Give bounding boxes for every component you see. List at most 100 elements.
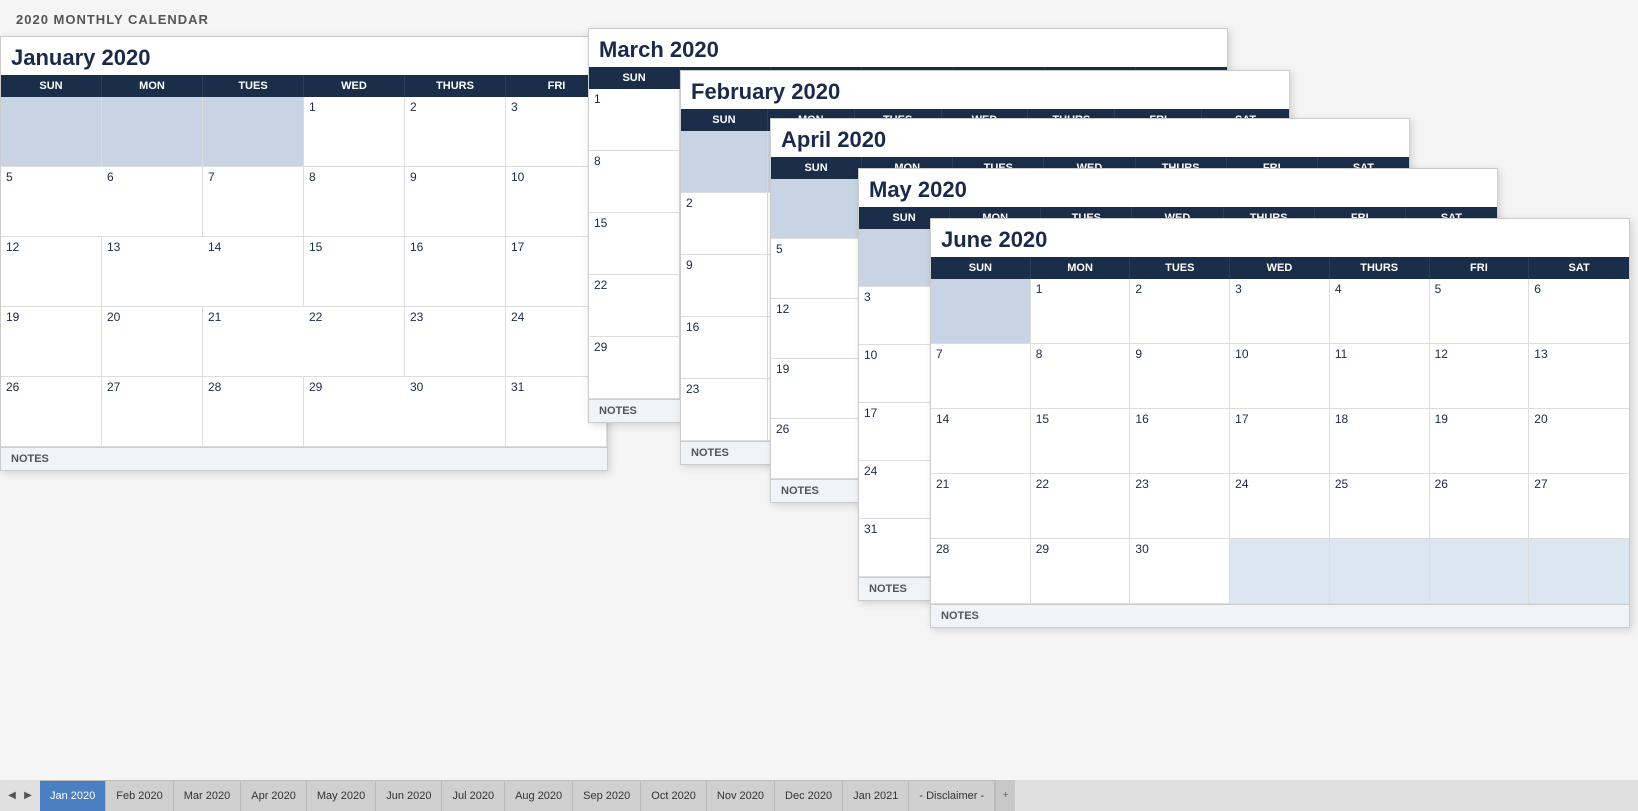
jun-day-cell[interactable]: 6	[1529, 279, 1629, 344]
sheet-tab[interactable]: Jul 2020	[442, 780, 505, 811]
jan-day-cell[interactable]: 16	[405, 237, 506, 307]
jun-header-cell: SAT	[1529, 257, 1629, 279]
jun-day-cell[interactable]: 2	[1130, 279, 1230, 344]
sheet-tab[interactable]: Nov 2020	[707, 780, 775, 811]
scroll-right-arrow[interactable]: ▶	[20, 788, 36, 804]
jun-day-cell[interactable]: 27	[1529, 474, 1629, 539]
jan-day-cell[interactable]: 14	[203, 237, 304, 307]
jun-day-cell[interactable]: 5	[1430, 279, 1530, 344]
jan-day-cell[interactable]: 29	[304, 377, 405, 447]
jun-day-cell[interactable]: 20	[1529, 409, 1629, 474]
jan-day-cell[interactable]: 8	[304, 167, 405, 237]
jun-day-cell[interactable]	[1230, 539, 1330, 604]
jun-day-cell[interactable]	[1529, 539, 1629, 604]
jan-day-cell[interactable]: 27	[102, 377, 203, 447]
jan-day-cell[interactable]	[203, 97, 304, 167]
jun-day-cell[interactable]: 19	[1430, 409, 1530, 474]
jun-day-cell[interactable]: 14	[931, 409, 1031, 474]
jun-day-cell[interactable]: 3	[1230, 279, 1330, 344]
jan-day-cell[interactable]: 13	[102, 237, 203, 307]
feb-day-cell[interactable]: 2	[681, 193, 768, 255]
jan-day-cell[interactable]: 2	[405, 97, 506, 167]
sheet-tab[interactable]: Jan 2020	[40, 780, 106, 811]
sheet-tab[interactable]: Jan 2021	[843, 780, 909, 811]
jun-day-cell[interactable]: 4	[1330, 279, 1430, 344]
feb-day-cell[interactable]: 23	[681, 379, 768, 441]
apr-day-cell[interactable]: 26	[771, 419, 862, 479]
jun-day-cell[interactable]: 17	[1230, 409, 1330, 474]
jan-day-cell[interactable]: 5	[1, 167, 102, 237]
jan-day-cell[interactable]: 1	[304, 97, 405, 167]
jan-day-cell[interactable]: 6	[102, 167, 203, 237]
scroll-arrows[interactable]: ◀ ▶	[0, 788, 40, 804]
mar-day-cell[interactable]: 29	[589, 337, 680, 399]
march-title: March 2020	[589, 29, 1227, 67]
jan-day-cell[interactable]: 23	[405, 307, 506, 377]
jan-day-cell[interactable]: 28	[203, 377, 304, 447]
jan-day-cell[interactable]: 15	[304, 237, 405, 307]
jan-header-cell: TUES	[203, 75, 304, 97]
page-title: 2020 MONTHLY CALENDAR	[16, 12, 1622, 27]
apr-day-cell[interactable]	[771, 179, 862, 239]
jun-day-cell[interactable]: 23	[1130, 474, 1230, 539]
feb-day-cell[interactable]: 16	[681, 317, 768, 379]
jun-day-cell[interactable]	[1430, 539, 1530, 604]
jan-day-cell[interactable]: 20	[102, 307, 203, 377]
sheet-tab[interactable]: Apr 2020	[241, 780, 307, 811]
sheet-tab[interactable]: Jun 2020	[376, 780, 442, 811]
feb-day-cell[interactable]	[681, 131, 768, 193]
jan-day-cell[interactable]: 30	[405, 377, 506, 447]
sheet-tab[interactable]: May 2020	[307, 780, 376, 811]
jun-day-cell[interactable]: 26	[1430, 474, 1530, 539]
apr-day-cell[interactable]: 5	[771, 239, 862, 299]
jun-header-cell: THURS	[1330, 257, 1430, 279]
jan-day-cell[interactable]	[1, 97, 102, 167]
sheet-tab[interactable]: Aug 2020	[505, 780, 573, 811]
jun-day-cell[interactable]: 29	[1031, 539, 1131, 604]
feb-day-cell[interactable]: 9	[681, 255, 768, 317]
sheet-tab[interactable]: Feb 2020	[106, 780, 173, 811]
sheet-tab[interactable]: Dec 2020	[775, 780, 843, 811]
jun-day-cell[interactable]: 18	[1330, 409, 1430, 474]
apr-day-cell[interactable]: 12	[771, 299, 862, 359]
jun-day-cell[interactable]: 24	[1230, 474, 1330, 539]
jun-day-cell[interactable]: 11	[1330, 344, 1430, 409]
jun-day-cell[interactable]: 8	[1031, 344, 1131, 409]
jan-day-cell[interactable]: 22	[304, 307, 405, 377]
jun-day-cell[interactable]: 30	[1130, 539, 1230, 604]
sheet-tab[interactable]: Oct 2020	[641, 780, 707, 811]
jun-day-cell[interactable]	[1330, 539, 1430, 604]
jan-day-cell[interactable]: 7	[203, 167, 304, 237]
mar-day-cell[interactable]: 15	[589, 213, 680, 275]
sheet-tab[interactable]: Sep 2020	[573, 780, 641, 811]
jun-day-cell[interactable]: 21	[931, 474, 1031, 539]
calendar-june: June 2020 SUNMONTUESWEDTHURSFRISAT 12345…	[930, 218, 1630, 628]
jun-day-cell[interactable]: 9	[1130, 344, 1230, 409]
jun-day-cell[interactable]: 25	[1330, 474, 1430, 539]
jun-day-cell[interactable]	[931, 279, 1031, 344]
jan-day-cell[interactable]: 26	[1, 377, 102, 447]
jan-day-cell[interactable]: 12	[1, 237, 102, 307]
sheet-tab[interactable]: Mar 2020	[174, 780, 241, 811]
scroll-left-arrow[interactable]: ◀	[4, 788, 20, 804]
jun-day-cell[interactable]: 12	[1430, 344, 1530, 409]
jan-day-cell[interactable]: 9	[405, 167, 506, 237]
jun-day-cell[interactable]: 10	[1230, 344, 1330, 409]
jun-day-cell[interactable]: 16	[1130, 409, 1230, 474]
tab-bar: Jan 2020Feb 2020Mar 2020Apr 2020May 2020…	[40, 780, 995, 811]
jun-day-cell[interactable]: 7	[931, 344, 1031, 409]
apr-day-cell[interactable]: 19	[771, 359, 862, 419]
sheet-tab[interactable]: - Disclaimer -	[909, 780, 995, 811]
jun-day-cell[interactable]: 1	[1031, 279, 1131, 344]
jan-day-cell[interactable]	[102, 97, 203, 167]
jun-day-cell[interactable]: 13	[1529, 344, 1629, 409]
jan-day-cell[interactable]: 19	[1, 307, 102, 377]
jan-day-cell[interactable]: 21	[203, 307, 304, 377]
mar-day-cell[interactable]: 8	[589, 151, 680, 213]
column-resize-handle[interactable]: +	[995, 780, 1015, 811]
mar-day-cell[interactable]: 22	[589, 275, 680, 337]
jun-day-cell[interactable]: 22	[1031, 474, 1131, 539]
mar-day-cell[interactable]: 1	[589, 89, 680, 151]
jun-day-cell[interactable]: 15	[1031, 409, 1131, 474]
jun-day-cell[interactable]: 28	[931, 539, 1031, 604]
